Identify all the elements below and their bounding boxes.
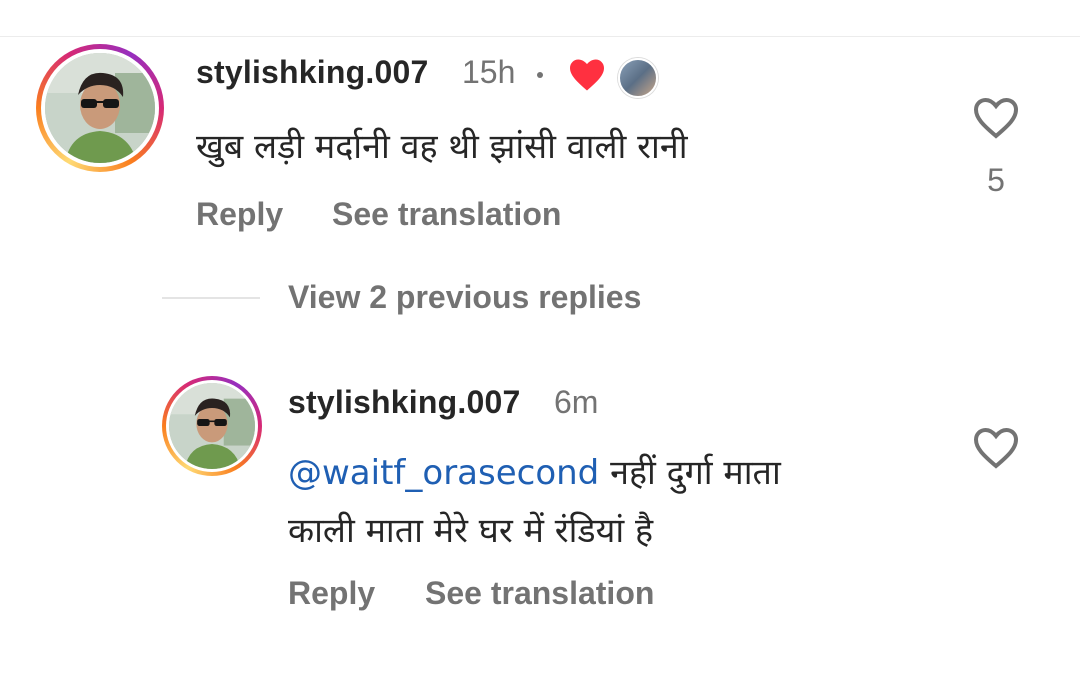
see-translation-button[interactable]: See translation (332, 196, 561, 233)
comment-text: खुब लड़ी मर्दानी वह थी झांसी वाली रानी (196, 127, 688, 167)
view-previous-replies-button[interactable]: View 2 previous replies (288, 279, 641, 316)
avatar[interactable] (162, 376, 262, 476)
like-heart-icon[interactable] (972, 96, 1020, 140)
see-translation-button[interactable]: See translation (425, 575, 654, 612)
top-divider (0, 36, 1080, 37)
like-heart-icon[interactable] (972, 426, 1020, 470)
timestamp: 15h (462, 54, 516, 90)
reply-button[interactable]: Reply (196, 196, 283, 233)
profile-photo (45, 53, 155, 163)
comment-text-line-2: काली माता मेरे घर में रंडियां है (288, 511, 653, 551)
reply-button[interactable]: Reply (288, 575, 375, 612)
author-liked-heart-icon (570, 59, 604, 91)
replies-divider (162, 297, 260, 299)
timestamp: 6m (554, 384, 599, 420)
mention-link[interactable]: @waitf_orasecond (288, 453, 599, 493)
username[interactable]: stylishking.007 (288, 384, 520, 421)
avatar[interactable] (36, 44, 164, 172)
profile-photo (169, 383, 255, 469)
comment-text: नहीं दुर्गा माता (599, 453, 781, 493)
like-count: 5 (987, 162, 1005, 198)
liker-avatar (618, 58, 658, 98)
username[interactable]: stylishking.007 (196, 54, 428, 91)
separator-dot (537, 72, 543, 78)
comment-text-line-1: @waitf_orasecond नहीं दुर्गा माता (288, 448, 781, 494)
